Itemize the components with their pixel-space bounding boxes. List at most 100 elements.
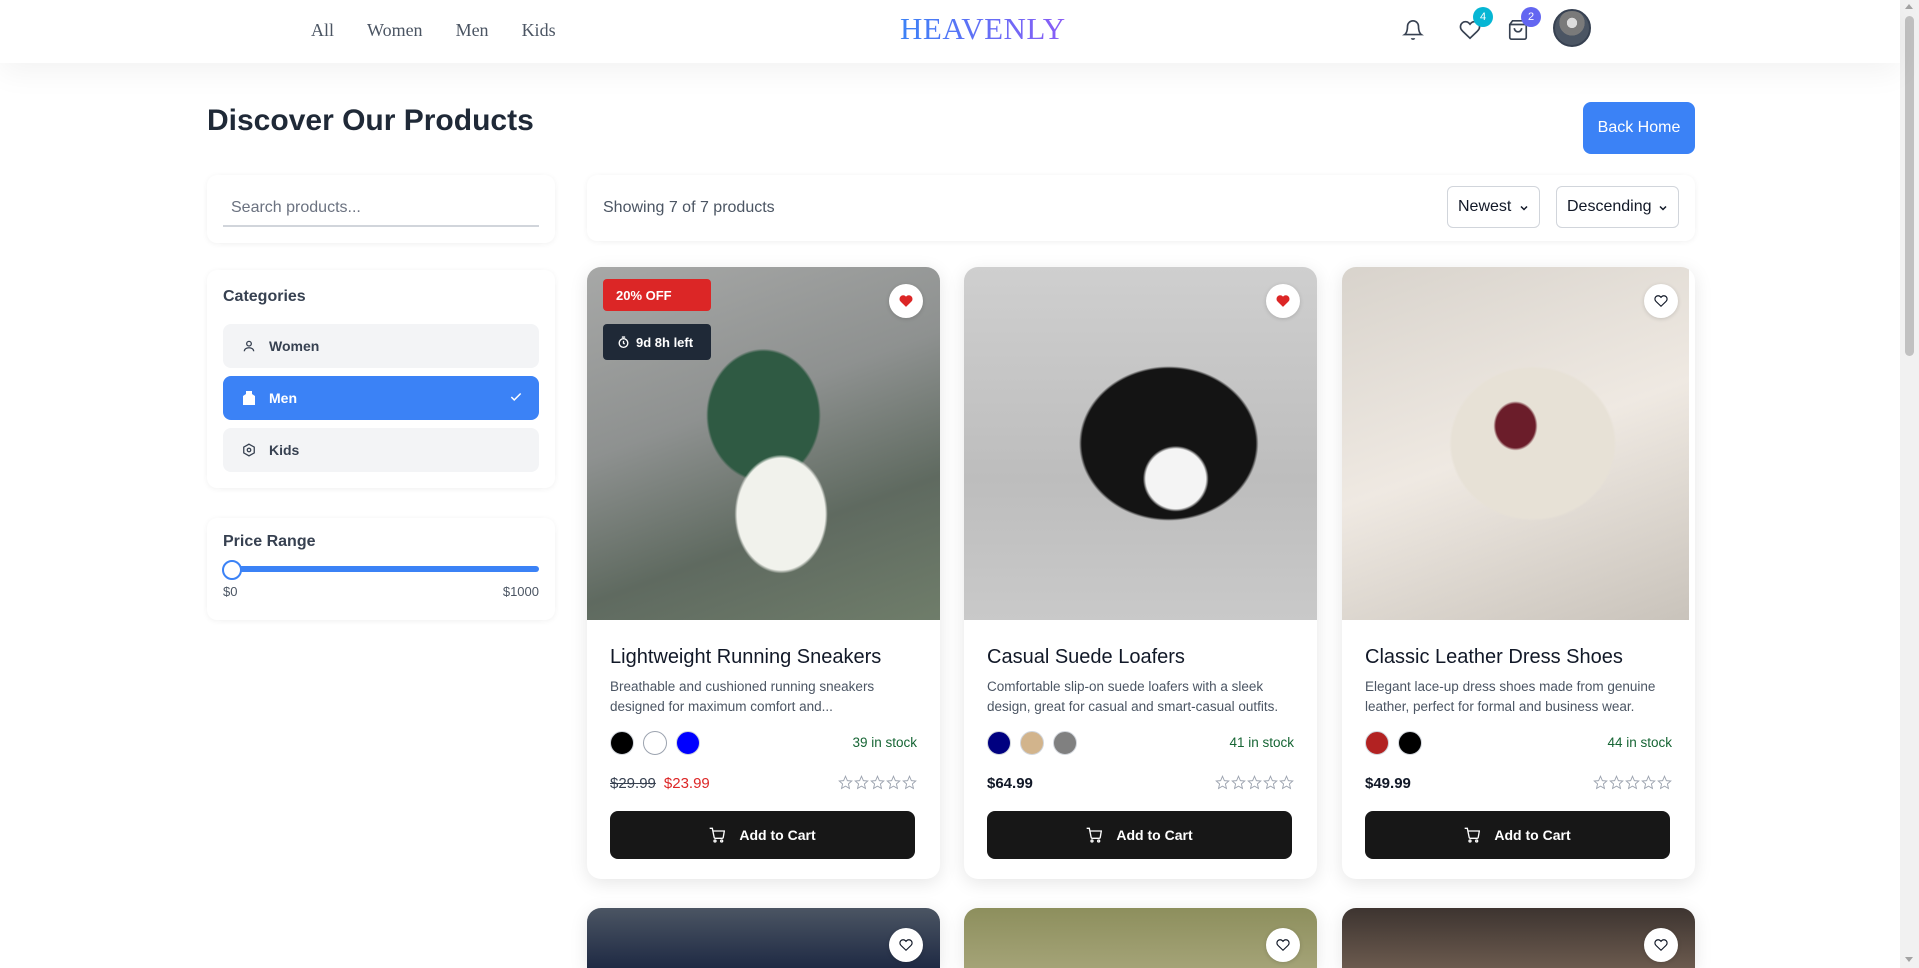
order-select[interactable]: Descending <box>1556 186 1679 228</box>
product-image[interactable] <box>964 908 1317 968</box>
product-name[interactable]: Lightweight Running Sneakers <box>610 646 881 669</box>
favorite-button[interactable] <box>1266 284 1300 318</box>
product-image[interactable] <box>1342 267 1689 620</box>
price-range-title: Price Range <box>223 533 316 550</box>
rating-stars[interactable] <box>1215 775 1294 790</box>
color-swatch-white[interactable] <box>643 731 667 755</box>
category-kids[interactable]: Kids <box>223 428 539 472</box>
nav-link-women[interactable]: Women <box>367 20 423 41</box>
star-icon <box>1609 775 1624 790</box>
original-price: $29.99 <box>610 775 656 792</box>
user-icon <box>241 338 257 354</box>
heart-filled-icon <box>899 295 913 307</box>
favorite-button[interactable] <box>1644 284 1678 318</box>
star-icon <box>902 775 917 790</box>
add-to-cart-label: Add to Cart <box>1116 827 1193 843</box>
heart-outline-icon <box>1654 295 1668 308</box>
stock-status: 44 in stock <box>1607 735 1672 750</box>
product-card[interactable] <box>964 908 1317 968</box>
color-swatch-blue[interactable] <box>676 731 700 755</box>
color-swatches <box>610 731 700 755</box>
back-home-button[interactable]: Back Home <box>1583 102 1695 154</box>
scroll-down-arrow[interactable] <box>1905 957 1913 962</box>
product-name[interactable]: Casual Suede Loafers <box>987 646 1185 669</box>
brand-logo[interactable]: HEAVENLY <box>900 11 1066 47</box>
price-range-track[interactable] <box>223 566 539 572</box>
product-name[interactable]: Classic Leather Dress Shoes <box>1365 646 1623 669</box>
star-icon <box>1641 775 1656 790</box>
rating-stars[interactable] <box>838 775 917 790</box>
timer-badge: 9d 8h left <box>603 324 711 360</box>
search-input[interactable] <box>223 191 539 227</box>
add-to-cart-label: Add to Cart <box>739 827 816 843</box>
nav-link-all[interactable]: All <box>311 20 334 41</box>
product-card[interactable]: Casual Suede Loafers Comfortable slip-on… <box>964 267 1317 879</box>
nav-links: All Women Men Kids <box>311 20 556 41</box>
price-row: $29.99 $23.99 <box>610 775 710 792</box>
star-icon <box>1279 775 1294 790</box>
category-label: Kids <box>269 442 300 458</box>
star-icon <box>838 775 853 790</box>
product-card[interactable] <box>587 908 940 968</box>
product-description: Elegant lace-up dress shoes made from ge… <box>1365 679 1656 714</box>
price-row: $64.99 <box>987 775 1033 792</box>
product-image[interactable] <box>587 267 940 620</box>
star-icon <box>870 775 885 790</box>
page-scrollbar[interactable] <box>1900 0 1919 968</box>
shirt-icon <box>241 390 257 406</box>
star-icon <box>1593 775 1608 790</box>
color-swatch-black[interactable] <box>1398 731 1422 755</box>
color-swatch-black[interactable] <box>610 731 634 755</box>
notifications-button[interactable] <box>1400 17 1426 43</box>
color-swatch-gray[interactable] <box>1053 731 1077 755</box>
favorite-button[interactable] <box>1644 928 1678 962</box>
favorite-button[interactable] <box>889 928 923 962</box>
product-card[interactable]: Classic Leather Dress Shoes Elegant lace… <box>1342 267 1695 879</box>
stock-status: 39 in stock <box>852 735 917 750</box>
sort-select[interactable]: Newest <box>1447 186 1540 228</box>
nav-link-men[interactable]: Men <box>456 20 489 41</box>
hexagon-icon <box>241 442 257 458</box>
category-men[interactable]: Men <box>223 376 539 420</box>
results-count: Showing 7 of 7 products <box>603 199 775 216</box>
product-description: Comfortable slip-on suede loafers with a… <box>987 679 1279 714</box>
add-to-cart-button[interactable]: Add to Cart <box>987 811 1292 859</box>
price-range-thumb[interactable] <box>222 560 242 580</box>
cart-button[interactable]: 2 <box>1505 7 1541 43</box>
star-icon <box>1625 775 1640 790</box>
product-image[interactable] <box>587 908 940 968</box>
chevron-down-icon <box>1657 201 1669 219</box>
product-image[interactable] <box>1342 908 1695 968</box>
product-image[interactable] <box>964 267 1317 620</box>
favorite-button[interactable] <box>889 284 923 318</box>
star-icon <box>1657 775 1672 790</box>
star-icon <box>1263 775 1278 790</box>
results-toolbar: Showing 7 of 7 products Newest Descendin… <box>587 175 1695 241</box>
rating-stars[interactable] <box>1593 775 1672 790</box>
color-swatch-red[interactable] <box>1365 731 1389 755</box>
categories-title: Categories <box>223 288 306 305</box>
favorite-button[interactable] <box>1266 928 1300 962</box>
sort-select-value: Newest <box>1458 198 1512 215</box>
scrollbar-thumb[interactable] <box>1905 16 1914 356</box>
user-avatar[interactable] <box>1553 9 1591 47</box>
star-icon <box>1247 775 1262 790</box>
timer-text: 9d 8h left <box>636 334 694 350</box>
search-card <box>207 175 555 243</box>
product-card[interactable]: 20% OFF 9d 8h left Lightweight Running S… <box>587 267 940 879</box>
cart-count-badge: 2 <box>1521 7 1541 27</box>
color-swatch-tan[interactable] <box>1020 731 1044 755</box>
nav-link-kids[interactable]: Kids <box>522 20 556 41</box>
color-swatches <box>1365 731 1422 755</box>
scroll-up-arrow[interactable] <box>1905 4 1913 9</box>
color-swatch-navy[interactable] <box>987 731 1011 755</box>
add-to-cart-button[interactable]: Add to Cart <box>610 811 915 859</box>
add-to-cart-button[interactable]: Add to Cart <box>1365 811 1670 859</box>
price-range-min: $0 <box>223 584 238 599</box>
wishlist-count-badge: 4 <box>1473 7 1493 27</box>
product-card[interactable] <box>1342 908 1695 968</box>
category-women[interactable]: Women <box>223 324 539 368</box>
wishlist-button[interactable]: 4 <box>1457 7 1493 43</box>
star-icon <box>1231 775 1246 790</box>
star-icon <box>854 775 869 790</box>
